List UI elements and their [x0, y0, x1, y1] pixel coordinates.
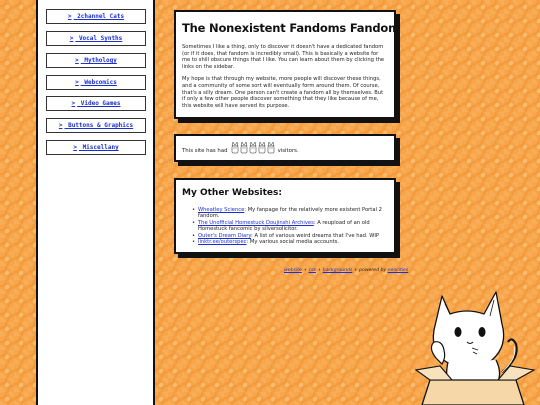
footer-credits: website + css + backgrounds + powered by…	[284, 268, 408, 273]
list-item: linktr.ee/outerspec: My various social m…	[192, 239, 388, 246]
footer-link-website[interactable]: website	[284, 268, 302, 273]
nav-label: Buttons & Graphics	[68, 122, 134, 129]
cat-digit-icon	[231, 141, 238, 154]
link-wheatley-science[interactable]: Wheatley Science	[198, 207, 244, 213]
cat-digit-icon	[240, 141, 247, 154]
intro-paragraph-1: Sometimes I like a thing, only to discov…	[182, 44, 385, 70]
cat-in-box-mascot	[414, 291, 536, 405]
arrow-icon: >	[58, 122, 63, 129]
counter-prefix: This site has had	[182, 148, 228, 154]
arrow-icon: >	[67, 13, 72, 20]
footer-link-css[interactable]: css	[309, 268, 316, 273]
nav-button-vocal-synths[interactable]: > Vocal Synths	[46, 31, 146, 46]
nav-button-webcomics[interactable]: > Webcomics	[46, 75, 146, 90]
site-description: : A list of various weird dreams that I'…	[251, 232, 380, 239]
nav-button-video-games[interactable]: > Video Games	[46, 96, 146, 111]
nav-label: Mythology	[84, 57, 117, 64]
arrow-icon: >	[71, 100, 76, 107]
visitor-counter: This site has had visitors.	[182, 136, 388, 160]
arrow-icon: >	[69, 35, 74, 42]
nav-button-miscellany[interactable]: > Miscellany	[46, 140, 146, 155]
link-outers-dream-diary[interactable]: Outer's Dream Diary	[198, 233, 251, 239]
intro-box: The Nonexistent Fandoms Fandom Sometimes…	[174, 10, 400, 119]
nav-button-mythology[interactable]: > Mythology	[46, 53, 146, 68]
cat-digit-icon	[267, 141, 274, 154]
nav-label: Webcomics	[84, 79, 117, 86]
nav-label: Miscellany	[82, 144, 119, 151]
nav-button-2channel-cats[interactable]: > 2channel Cats	[46, 9, 146, 24]
arrow-icon: >	[75, 57, 79, 64]
visitor-counter-box: This site has had visitors.	[174, 134, 396, 162]
other-websites-list: Wheatley Science: My fanpage for the rel…	[182, 207, 388, 246]
cat-digit-icon	[249, 141, 256, 154]
intro-paragraph-2: My hope is that through my website, more…	[182, 76, 384, 109]
page-title: The Nonexistent Fandoms Fandom	[182, 21, 400, 35]
list-item: Wheatley Science: My fanpage for the rel…	[192, 207, 388, 220]
site-description: : My various social media accounts.	[246, 239, 340, 246]
other-websites-box: My Other Websites: Wheatley Science: My …	[174, 178, 396, 254]
list-item: The Unofficial Homestuck Doujinshi Archi…	[192, 220, 388, 233]
other-websites-title: My Other Websites:	[182, 188, 282, 198]
footer-link-backgrounds[interactable]: backgrounds	[323, 268, 353, 273]
footer-separator: +	[315, 268, 323, 273]
nav-label: Video Games	[80, 100, 121, 107]
sidebar: > 2channel Cats > Vocal Synths > Mytholo…	[36, 0, 155, 405]
arrow-icon: >	[73, 144, 77, 151]
link-linktree[interactable]: linktr.ee/outerspec	[198, 239, 247, 245]
link-homestuck-doujinshi-archives[interactable]: The Unofficial Homestuck Doujinshi Archi…	[198, 220, 314, 226]
counter-suffix: visitors.	[277, 148, 299, 154]
footer-separator: +	[301, 268, 309, 273]
nav-label: Vocal Synths	[78, 35, 123, 42]
arrow-icon: >	[75, 79, 79, 86]
nav-button-buttons-graphics[interactable]: > Buttons & Graphics	[46, 118, 146, 133]
cat-digit-icon	[258, 141, 265, 154]
counter-digits-image	[231, 140, 275, 154]
footer-link-neocities[interactable]: neocities	[388, 268, 409, 273]
footer-powered-by: + powered by	[352, 268, 388, 273]
nav-label: 2channel Cats	[77, 13, 125, 20]
